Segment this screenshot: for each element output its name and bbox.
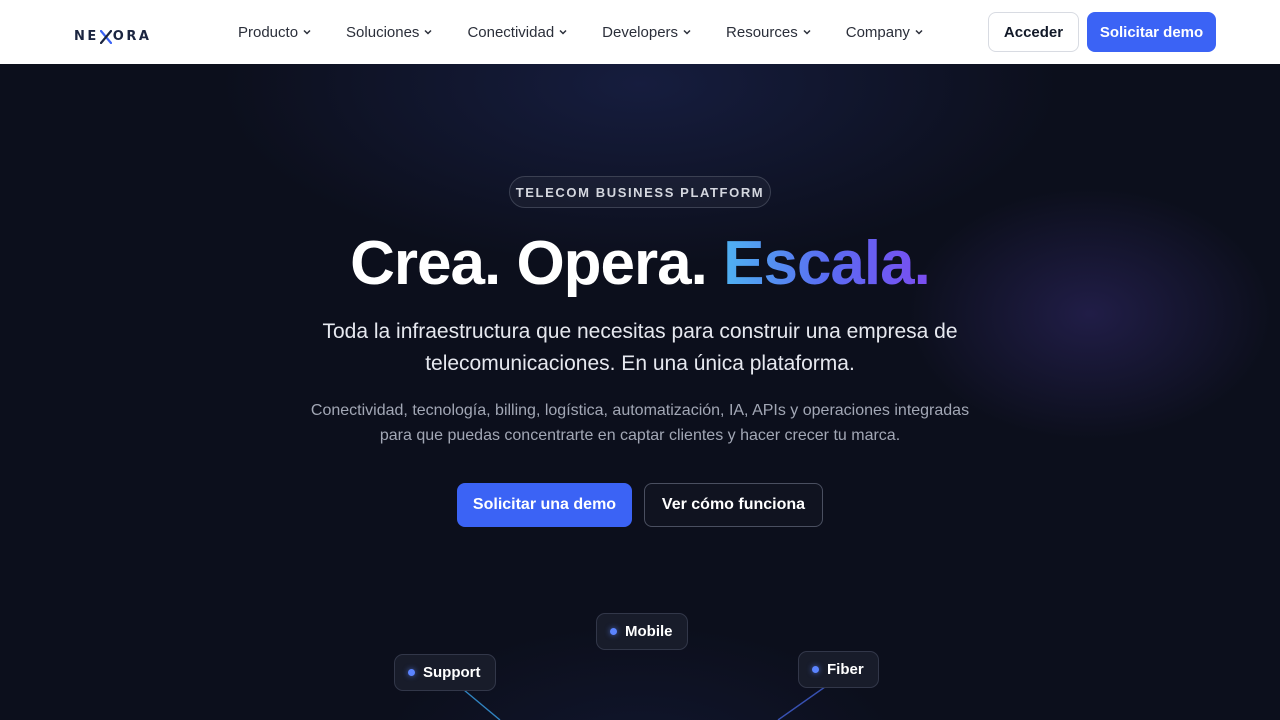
chevron-down-icon	[683, 29, 691, 35]
x-mark-icon	[99, 29, 112, 44]
node-label: Fiber	[827, 661, 864, 678]
hero-description: Conectividad, tecnología, billing, logís…	[310, 402, 970, 444]
nav-item-soluciones[interactable]: Soluciones	[346, 24, 433, 41]
node-label: Support	[423, 664, 481, 681]
platform-badge: TELECOM BUSINESS PLATFORM	[509, 176, 771, 208]
main-nav: Producto Soluciones Conectividad Develop…	[238, 0, 958, 64]
how-it-works-cta[interactable]: Ver cómo funciona	[644, 483, 823, 527]
request-demo-button[interactable]: Solicitar demo	[1087, 12, 1216, 52]
node-chip-support[interactable]: Support	[394, 654, 496, 691]
chevron-down-icon	[915, 29, 923, 35]
nav-item-label: Producto	[238, 23, 299, 41]
top-navigation-bar: NE ORA Producto Soluciones Conectividad …	[0, 0, 1280, 64]
status-dot-icon	[610, 628, 617, 635]
logo-text-right: ORA	[112, 29, 152, 44]
nav-item-label: Soluciones	[346, 23, 420, 41]
nav-item-conectividad[interactable]: Conectividad	[467, 24, 568, 41]
hero-section: TELECOM BUSINESS PLATFORM Crea. Opera. E…	[0, 64, 1280, 720]
hero-headline: Crea. Opera. Escala.	[0, 224, 1280, 304]
brand-logo[interactable]: NE ORA	[74, 29, 151, 44]
nav-item-resources[interactable]: Resources	[726, 24, 812, 41]
headline-accent: Escala.	[723, 229, 931, 298]
nav-item-label: Developers	[602, 23, 679, 41]
headline-plain: Crea. Opera.	[350, 229, 708, 298]
nav-item-label: Conectividad	[467, 23, 555, 41]
nav-item-label: Company	[845, 23, 910, 41]
nav-item-company[interactable]: Company	[846, 24, 924, 41]
status-dot-icon	[812, 666, 819, 673]
node-chip-fiber[interactable]: Fiber	[798, 651, 879, 688]
node-chip-mobile[interactable]: Mobile	[596, 613, 688, 650]
logo-text-left: NE	[74, 29, 99, 44]
chevron-down-icon	[803, 29, 811, 35]
hero-subtitle: Toda la infraestructura que necesitas pa…	[322, 320, 958, 375]
nav-item-label: Resources	[726, 23, 798, 41]
nav-item-producto[interactable]: Producto	[238, 24, 312, 41]
chevron-down-icon	[424, 29, 432, 35]
chevron-down-icon	[559, 29, 567, 35]
request-demo-cta[interactable]: Solicitar una demo	[457, 483, 632, 527]
status-dot-icon	[408, 669, 415, 676]
chevron-down-icon	[303, 29, 311, 35]
nav-item-developers[interactable]: Developers	[602, 24, 692, 41]
login-button[interactable]: Acceder	[988, 12, 1079, 52]
node-label: Mobile	[625, 623, 673, 640]
